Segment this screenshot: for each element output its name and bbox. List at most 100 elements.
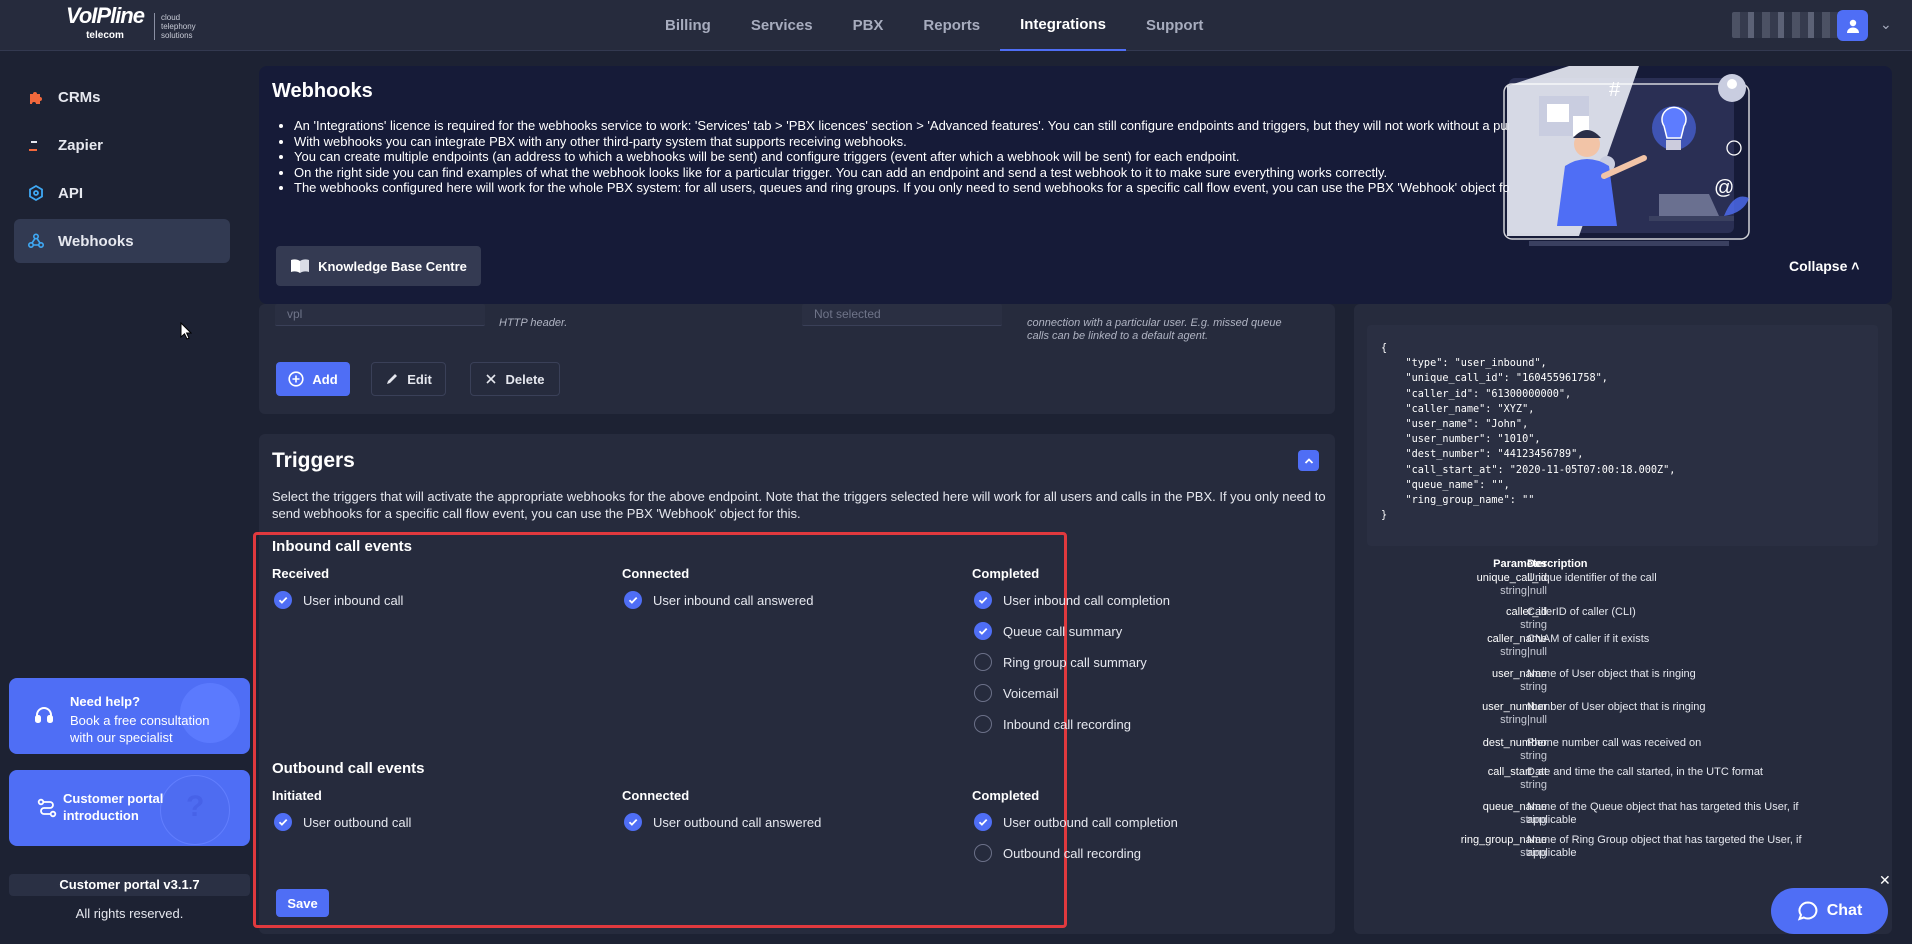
- checkbox-checked-icon[interactable]: [624, 591, 642, 609]
- parameter-description: Phone number call was received on: [1527, 737, 1702, 749]
- nav-integrations[interactable]: Integrations: [1000, 0, 1126, 51]
- nav-services[interactable]: Services: [731, 0, 833, 51]
- endpoint-user-select[interactable]: Not selected: [802, 304, 1002, 326]
- nav-reports[interactable]: Reports: [903, 0, 1000, 51]
- logo-main-text: VoIPline: [66, 3, 145, 28]
- inbound-events-title: Inbound call events: [272, 538, 413, 555]
- webhooks-info-banner: Webhooks An 'Integrations' licence is re…: [259, 66, 1892, 304]
- mouse-cursor-icon: [180, 322, 192, 340]
- triggers-description: Select the triggers that will activate t…: [272, 489, 1326, 521]
- parameter-type: string|null: [1500, 585, 1547, 597]
- top-bar: VoIPline telecom cloud telephony solutio…: [0, 0, 1912, 51]
- collapse-banner-button[interactable]: Collapse ˄: [1789, 258, 1859, 274]
- user-name-redacted: [1732, 12, 1844, 38]
- question-mark-icon: ?: [186, 790, 205, 823]
- trigger-user-outbound-call-completion[interactable]: User outbound call completion: [974, 813, 1178, 831]
- parameter-description: Name of the Queue object that has target…: [1527, 801, 1799, 826]
- checkbox-checked-icon[interactable]: [274, 591, 292, 609]
- parameter-type: string: [1520, 750, 1547, 762]
- chat-close-icon[interactable]: ✕: [1879, 872, 1891, 889]
- sidebar: CRMs Zapier API Webhooks Need help? Book…: [0, 52, 250, 944]
- parameter-type: string: [1520, 619, 1547, 631]
- trigger-user-inbound-call-completion[interactable]: User inbound call completion: [974, 591, 1170, 609]
- parameter-row: caller_name string|null CNAM of caller if …: [1367, 633, 1878, 665]
- parameter-type: string: [1520, 681, 1547, 693]
- sidebar-item-api[interactable]: API: [14, 171, 230, 215]
- trigger-inbound-call-recording[interactable]: Inbound call recording: [974, 715, 1131, 733]
- collapse-triggers-button[interactable]: [1298, 450, 1319, 471]
- knowledge-base-button[interactable]: Knowledge Base Centre: [276, 246, 481, 286]
- sidebar-item-crms[interactable]: CRMs: [14, 75, 230, 119]
- logo[interactable]: VoIPline telecom cloud telephony solutio…: [66, 3, 196, 46]
- portal-intro-card[interactable]: ? Customer portal introduction: [9, 770, 250, 846]
- checkbox-unchecked-icon[interactable]: [974, 684, 992, 702]
- checkbox-checked-icon[interactable]: [974, 591, 992, 609]
- save-button[interactable]: Save: [276, 889, 329, 917]
- parameter-row: queue_name string Name of the Queue object…: [1367, 801, 1878, 833]
- trigger-user-outbound-call[interactable]: User outbound call: [274, 813, 411, 831]
- trigger-voicemail[interactable]: Voicemail: [974, 684, 1059, 702]
- account-chevron-icon[interactable]: ⌄: [1880, 16, 1892, 33]
- example-json: { "type": "user_inbound", "unique_call_i…: [1381, 343, 1676, 522]
- received-title: Received: [272, 566, 330, 581]
- zapier-icon: [26, 135, 46, 155]
- avatar[interactable]: [1837, 10, 1868, 41]
- inbound-completed-title: Completed: [972, 566, 1040, 581]
- nav-support[interactable]: Support: [1126, 0, 1224, 51]
- add-button[interactable]: Add: [276, 362, 350, 396]
- checkbox-checked-icon[interactable]: [624, 813, 642, 831]
- need-help-text: Book a free consultation with our specia…: [70, 713, 210, 745]
- parameter-description: CNAM of caller if it exists: [1527, 633, 1650, 645]
- checkbox-checked-icon[interactable]: [974, 813, 992, 831]
- portal-version: Customer portal v3.1.7: [9, 874, 250, 896]
- api-icon: [26, 183, 46, 203]
- edit-button[interactable]: Edit: [371, 362, 446, 396]
- checkbox-unchecked-icon[interactable]: [974, 844, 992, 862]
- sidebar-item-webhooks[interactable]: Webhooks: [14, 219, 230, 263]
- endpoint-note: connection with a particular user. E.g. …: [1027, 317, 1282, 342]
- triggers-title: Triggers: [272, 449, 355, 472]
- trigger-user-outbound-call-answered[interactable]: User outbound call answered: [624, 813, 821, 831]
- chevron-up-icon: [1304, 457, 1313, 464]
- trigger-user-inbound-call[interactable]: User inbound call: [274, 591, 403, 609]
- need-help-title: Need help?: [70, 694, 141, 709]
- sidebar-item-zapier[interactable]: Zapier: [14, 123, 230, 167]
- checkbox-checked-icon[interactable]: [974, 622, 992, 640]
- parameter-description: Name of User object that is ringing: [1527, 668, 1696, 680]
- endpoint-field[interactable]: vpl: [275, 304, 485, 326]
- checkbox-checked-icon[interactable]: [274, 813, 292, 831]
- trigger-user-inbound-call-answered[interactable]: User inbound call answered: [624, 591, 813, 609]
- parameter-row: user_name string Name of User object that …: [1367, 668, 1878, 700]
- webhook-icon: [26, 231, 46, 251]
- nav-billing[interactable]: Billing: [645, 0, 731, 51]
- initiated-title: Initiated: [272, 788, 322, 803]
- parameter-description: Name of Ring Group object that has targe…: [1527, 834, 1802, 859]
- delete-button[interactable]: Delete: [470, 362, 560, 396]
- pencil-icon: [387, 374, 398, 384]
- trigger-ring-group-call-summary[interactable]: Ring group call summary: [974, 653, 1147, 671]
- main-nav: Billing Services PBX Reports Integration…: [645, 0, 1223, 51]
- parameter-type: string: [1520, 779, 1547, 791]
- outbound-completed-title: Completed: [972, 788, 1040, 803]
- rights-text: All rights reserved.: [75, 906, 184, 921]
- webhook-example-code: { "type": "user_inbound", "unique_call_i…: [1367, 325, 1878, 546]
- parameter-type: string|null: [1500, 714, 1547, 726]
- chat-button[interactable]: Chat: [1771, 888, 1888, 934]
- description-header: Description: [1527, 558, 1588, 570]
- checkbox-unchecked-icon[interactable]: [974, 653, 992, 671]
- checkbox-unchecked-icon[interactable]: [974, 715, 992, 733]
- trigger-queue-call-summary[interactable]: Queue call summary: [974, 622, 1122, 640]
- logo-small-text: telecom: [86, 30, 124, 41]
- parameter-type: string|null: [1500, 646, 1547, 658]
- parameter-description: Unique identifier of the call: [1527, 572, 1657, 584]
- portal-intro-text: Customer portal introduction: [63, 791, 164, 823]
- puzzle-icon: [26, 87, 46, 107]
- trigger-outbound-call-recording[interactable]: Outbound call recording: [974, 844, 1141, 862]
- inbound-connected-title: Connected: [622, 566, 690, 581]
- need-help-card[interactable]: Need help? Book a free consultation with…: [9, 678, 250, 754]
- chat-bubble-icon: [1797, 901, 1818, 921]
- parameter-row: user_number string|null Number of User obj…: [1367, 701, 1878, 733]
- nav-pbx[interactable]: PBX: [833, 0, 904, 51]
- chevron-up-icon: ˄: [1851, 258, 1860, 274]
- endpoints-panel: vpl HTTP header. Not selected connection…: [259, 304, 1335, 414]
